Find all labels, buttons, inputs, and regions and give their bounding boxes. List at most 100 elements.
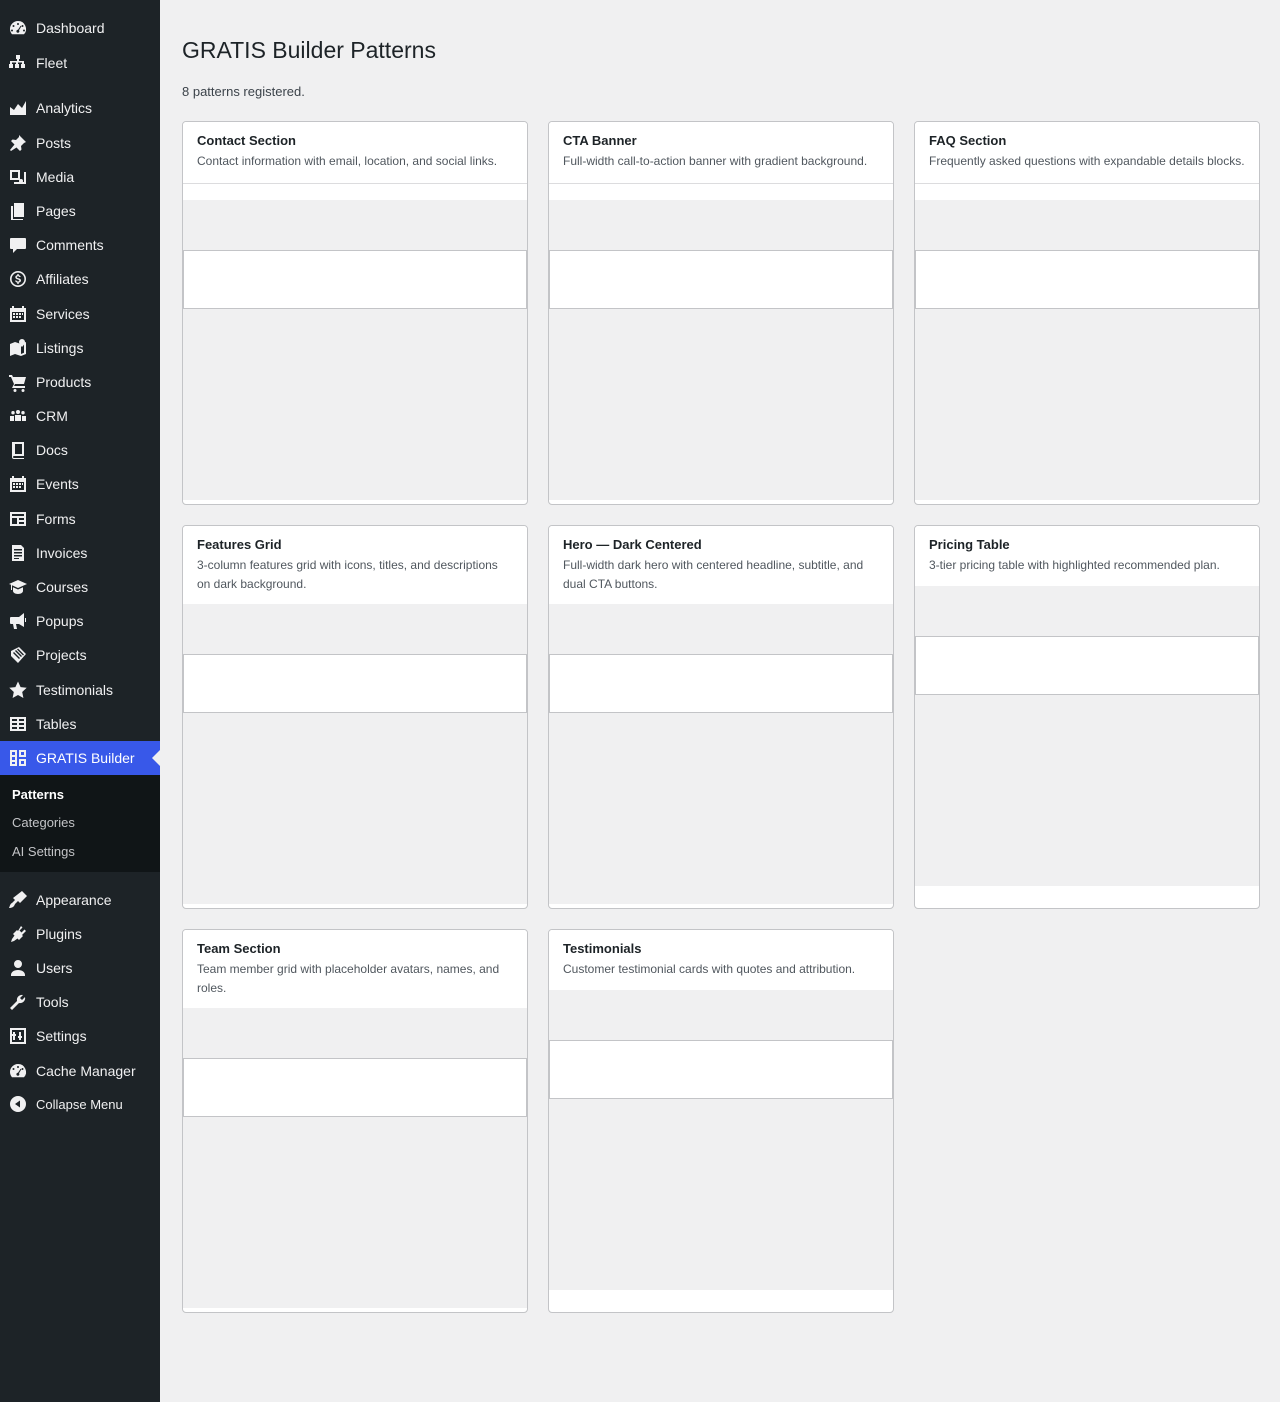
menu-docs[interactable]: Docs (0, 433, 160, 467)
education-icon (0, 570, 36, 604)
card-description: Customer testimonial cards with quotes a… (563, 962, 856, 976)
menu-posts[interactable]: Posts (0, 126, 160, 160)
menu-events[interactable]: Events (0, 467, 160, 501)
menu-gratis-builder[interactable]: GRATIS Builder (0, 741, 160, 775)
menu-label: Invoices (36, 545, 88, 561)
menu-users[interactable]: Users (0, 951, 160, 985)
card-title: Hero — Dark Centered (563, 537, 702, 552)
menu-tables[interactable]: Tables (0, 707, 160, 741)
card-header: Testimonials Customer testimonial cards … (549, 930, 893, 992)
menu-listings[interactable]: Listings (0, 331, 160, 365)
menu-settings[interactable]: Settings (0, 1019, 160, 1053)
pattern-card[interactable]: Contact Section Contact information with… (182, 121, 528, 505)
menu-label: Appearance (36, 892, 112, 908)
pattern-card[interactable]: Features Grid 3-column features grid wit… (182, 525, 528, 909)
feedback-icon (0, 502, 36, 536)
pattern-card[interactable]: Testimonials Customer testimonial cards … (548, 929, 894, 1313)
table-icon (0, 707, 36, 741)
wrench-icon (0, 985, 36, 1019)
menu-invoices[interactable]: Invoices (0, 536, 160, 570)
comment-icon (0, 228, 36, 262)
pattern-card[interactable]: Pricing Table 3-tier pricing table with … (914, 525, 1260, 909)
collapse-icon (0, 1087, 36, 1121)
menu-services[interactable]: Services (0, 297, 160, 331)
menu-label: Fleet (36, 55, 68, 71)
pattern-preview (915, 586, 1259, 886)
collapse-menu-button[interactable]: Collapse Menu (0, 1087, 160, 1121)
menu-label: Plugins (36, 926, 82, 942)
menu-label: Comments (36, 237, 104, 253)
pattern-card[interactable]: Hero — Dark Centered Full-width dark her… (548, 525, 894, 909)
menu-label: Docs (36, 442, 68, 458)
portfolio-icon (0, 638, 36, 672)
submenu-ai-settings[interactable]: AI Settings (12, 844, 75, 859)
pattern-preview (183, 200, 527, 500)
card-header: FAQ Section Frequently asked questions w… (915, 122, 1259, 184)
menu-crm[interactable]: CRM (0, 399, 160, 433)
user-icon (0, 951, 36, 985)
menu-label: Tools (36, 994, 69, 1010)
chart-area-icon (0, 91, 36, 125)
map-icon (0, 331, 36, 365)
menu-products[interactable]: Products (0, 365, 160, 399)
card-description: Frequently asked questions with expandab… (929, 154, 1245, 168)
card-header: Team Section Team member grid with place… (183, 930, 527, 1010)
menu-label: Users (36, 960, 73, 976)
menu-label: Courses (36, 579, 89, 595)
menu-fleet[interactable]: Fleet (0, 46, 160, 80)
pattern-card[interactable]: CTA Banner Full-width call-to-action ban… (548, 121, 894, 505)
menu-popups[interactable]: Popups (0, 604, 160, 638)
menu-forms[interactable]: Forms (0, 502, 160, 536)
card-title: Features Grid (197, 537, 282, 552)
pattern-preview (183, 604, 527, 904)
dashboard-icon (0, 11, 36, 45)
menu-dashboard[interactable]: Dashboard (0, 11, 160, 45)
page-title: GRATIS Builder Patterns (182, 37, 436, 63)
menu-label: Services (36, 306, 90, 322)
menu-label: Popups (36, 613, 84, 629)
menu-pages[interactable]: Pages (0, 194, 160, 228)
submenu-categories[interactable]: Categories (12, 815, 75, 830)
menu-comments[interactable]: Comments (0, 228, 160, 262)
menu-appearance[interactable]: Appearance (0, 883, 160, 917)
pattern-card[interactable]: Team Section Team member grid with place… (182, 929, 528, 1313)
menu-projects[interactable]: Projects (0, 638, 160, 672)
menu-label: Testimonials (36, 682, 114, 698)
pattern-preview (915, 200, 1259, 500)
network-icon (0, 46, 36, 80)
preview-frame (915, 250, 1259, 309)
card-title: Contact Section (197, 133, 296, 148)
plugin-icon (0, 917, 36, 951)
pin-icon (0, 126, 36, 160)
menu-cache-manager[interactable]: Cache Manager (0, 1054, 160, 1088)
card-title: Team Section (197, 941, 281, 956)
menu-testimonials[interactable]: Testimonials (0, 673, 160, 707)
menu-label: Cache Manager (36, 1063, 136, 1079)
preview-frame (183, 1058, 527, 1117)
submenu-patterns[interactable]: Patterns (12, 787, 64, 802)
menu-plugins[interactable]: Plugins (0, 917, 160, 951)
megaphone-icon (0, 604, 36, 638)
star-icon (0, 673, 36, 707)
menu-courses[interactable]: Courses (0, 570, 160, 604)
menu-label: Projects (36, 647, 87, 663)
card-title: Testimonials (563, 941, 642, 956)
book-icon (0, 433, 36, 467)
preview-frame (549, 250, 893, 309)
card-description: Full-width call-to-action banner with gr… (563, 154, 868, 168)
menu-media[interactable]: Media (0, 160, 160, 194)
calendar-icon (0, 297, 36, 331)
card-description: 3-tier pricing table with highlighted re… (929, 558, 1220, 572)
gauge-icon (0, 1054, 36, 1088)
card-title: FAQ Section (929, 133, 1007, 148)
document-icon (0, 536, 36, 570)
menu-affiliates[interactable]: Affiliates (0, 262, 160, 296)
pattern-card[interactable]: FAQ Section Frequently asked questions w… (914, 121, 1260, 505)
menu-label: Pages (36, 203, 76, 219)
menu-tools[interactable]: Tools (0, 985, 160, 1019)
preview-frame (549, 654, 893, 713)
menu-analytics[interactable]: Analytics (0, 91, 160, 125)
menu-label: Tables (36, 716, 77, 732)
preview-frame (549, 1040, 893, 1099)
card-header: Contact Section Contact information with… (183, 122, 527, 184)
